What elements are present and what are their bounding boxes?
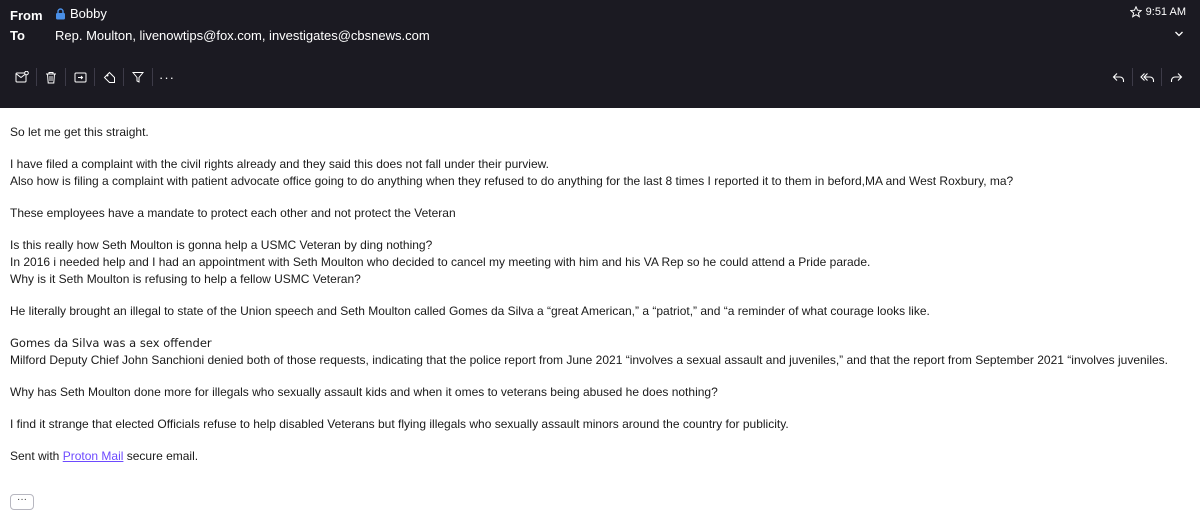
body-paragraph: Why has Seth Moulton done more for illeg… [10, 385, 718, 399]
sender[interactable]: Bobby [55, 6, 107, 21]
reply-all-icon [1139, 72, 1154, 82]
trash-icon [46, 71, 56, 83]
trash-button[interactable] [37, 66, 65, 88]
body-line: Why is it Seth Moulton is refusing to he… [10, 272, 361, 286]
move-to-folder-button[interactable] [66, 66, 94, 88]
more-actions-button[interactable]: ··· [153, 66, 181, 88]
move-to-folder-icon [74, 72, 86, 83]
message-header: From Bobby To Rep. Moulton, livenowtips@… [0, 0, 1200, 108]
mark-unread-icon [15, 71, 29, 83]
reply-icon [1112, 72, 1124, 82]
body-line: Is this really how Seth Moulton is gonna… [10, 238, 433, 252]
star-icon[interactable] [1129, 6, 1142, 18]
recipients-list[interactable]: Rep. Moulton, livenowtips@fox.com, inves… [55, 28, 430, 43]
signature-suffix: secure email. [123, 449, 199, 463]
signature-prefix: Sent with [10, 449, 63, 463]
from-label: From [10, 8, 43, 23]
body-line: Milford Deputy Chief John Sanchioni deni… [10, 353, 1168, 367]
message-body: So let me get this straight. I have file… [10, 124, 1190, 480]
message-time: 9:51 AM [1129, 6, 1186, 18]
lock-icon [56, 7, 65, 19]
message-toolbar: ··· [8, 66, 181, 88]
chevron-down-icon[interactable] [1174, 30, 1184, 38]
body-line: Gomes da Silva was a sex offender [10, 336, 212, 350]
body-line: In 2016 i needed help and I had an appoi… [10, 255, 871, 269]
sender-name: Bobby [70, 6, 107, 21]
forward-button[interactable] [1162, 66, 1190, 88]
body-paragraph: I find it strange that elected Officials… [10, 417, 789, 431]
reply-all-button[interactable] [1133, 66, 1161, 88]
reply-toolbar [1104, 66, 1190, 88]
body-paragraph: He literally brought an illegal to state… [10, 304, 930, 318]
reply-button[interactable] [1104, 66, 1132, 88]
body-paragraph: These employees have a mandate to protec… [10, 206, 456, 220]
proton-mail-link[interactable]: Proton Mail [63, 449, 124, 463]
filter-button[interactable] [124, 66, 152, 88]
show-quoted-text-button[interactable]: ··· [10, 494, 34, 510]
filter-icon [132, 72, 144, 83]
label-button[interactable] [95, 66, 123, 88]
signature: Sent with Proton Mail secure email. [10, 448, 1190, 465]
forward-icon [1170, 72, 1182, 82]
label-tag-icon [103, 71, 115, 83]
body-paragraph: So let me get this straight. [10, 125, 149, 139]
body-line: Also how is filing a complaint with pati… [10, 174, 1014, 188]
body-paragraph: I have filed a complaint with the civil … [10, 156, 1190, 190]
more-icon: ··· [159, 69, 175, 85]
body-paragraph: Gomes da Silva was a sex offender Milfor… [10, 335, 1190, 369]
body-paragraph: Is this really how Seth Moulton is gonna… [10, 237, 1190, 288]
mark-unread-button[interactable] [8, 66, 36, 88]
to-label: To [10, 28, 25, 43]
body-line: I have filed a complaint with the civil … [10, 157, 549, 171]
time-text: 9:51 AM [1145, 6, 1186, 18]
